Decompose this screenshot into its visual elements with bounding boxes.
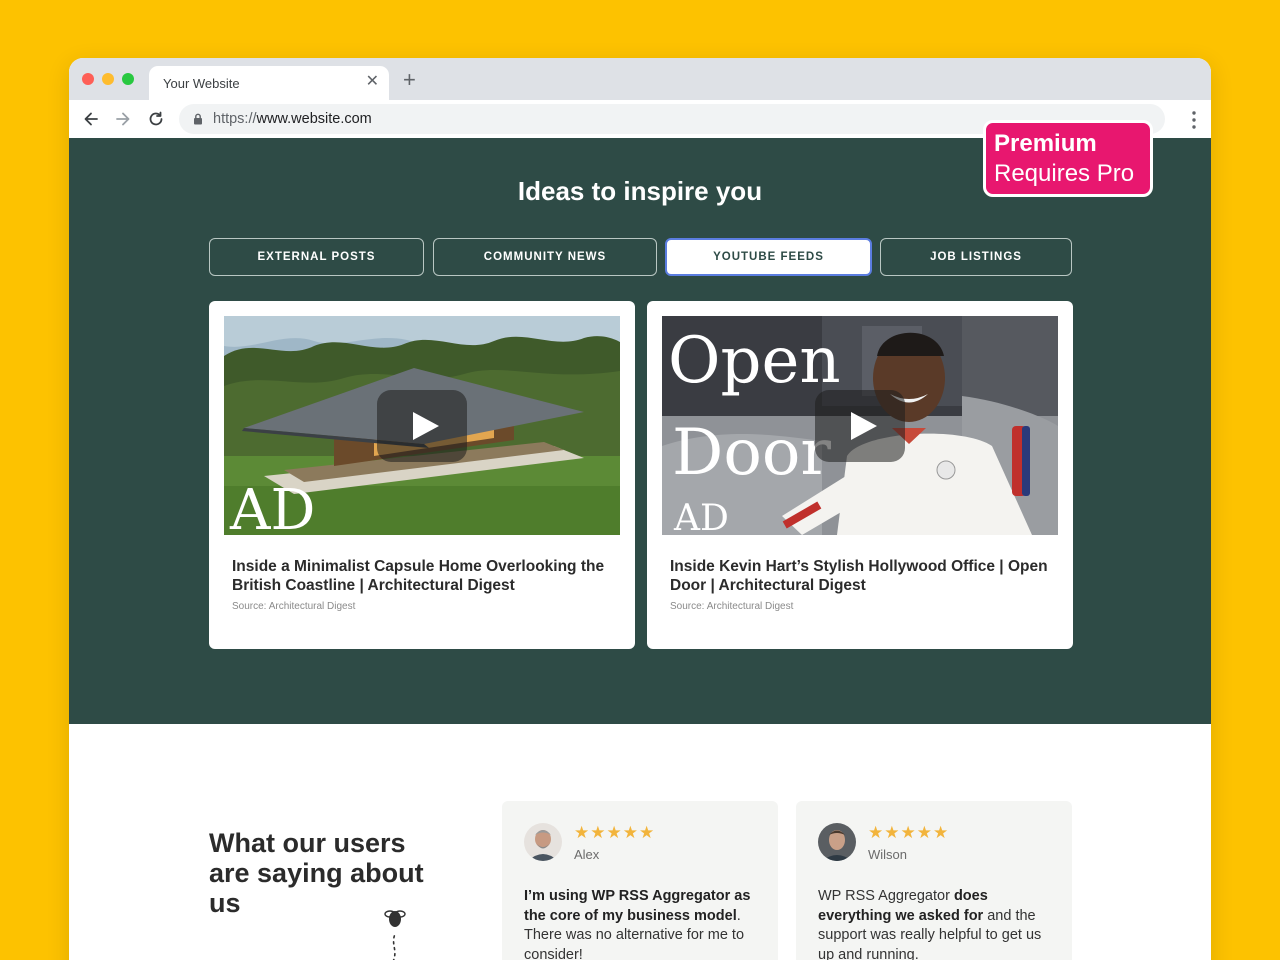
ad-logo: AD: [229, 478, 315, 535]
review-text: WP RSS Aggregator does everything we ask…: [818, 887, 1058, 960]
new-tab-button[interactable]: +: [403, 69, 416, 91]
video-title[interactable]: Inside Kevin Hart’s Stylish Hollywood Of…: [670, 557, 1055, 595]
badge-requires-pro-label: Requires Pro: [994, 160, 1135, 187]
premium-badge: Premium Requires Pro: [983, 120, 1153, 197]
play-button[interactable]: [815, 390, 905, 462]
tab-title: Your Website: [163, 76, 240, 91]
browser-tab[interactable]: Your Website ✕: [149, 66, 389, 100]
bee-icon: [339, 864, 439, 960]
rating-stars: ★★★★★: [574, 823, 656, 842]
badge-premium-label: Premium: [994, 130, 1097, 157]
reload-icon[interactable]: [145, 108, 167, 130]
back-arrow-icon[interactable]: [80, 108, 102, 130]
reviewer-name: Wilson: [868, 847, 908, 862]
video-source: Source: Architectural Digest: [670, 601, 794, 612]
review-text-bold: I’m using WP RSS Aggregator as the core …: [524, 888, 751, 924]
review-card: ★★★★★ Alex I’m using WP RSS Aggregator a…: [502, 801, 778, 960]
avatar: [818, 823, 856, 861]
close-window-button[interactable]: [82, 73, 94, 85]
forward-arrow-icon[interactable]: [112, 108, 134, 130]
video-title[interactable]: Inside a Minimalist Capsule Home Overloo…: [232, 557, 617, 595]
video-card[interactable]: Open Door AD Inside Kevin Hart’s Stylish…: [647, 301, 1073, 649]
video-thumbnail[interactable]: Open Door AD: [662, 316, 1058, 535]
review-text-pre: WP RSS Aggregator: [818, 888, 954, 904]
url-domain: www.website.com: [256, 111, 372, 127]
reviewer-name: Alex: [574, 847, 600, 862]
review-text: I’m using WP RSS Aggregator as the core …: [524, 887, 764, 960]
tab-external-posts[interactable]: EXTERNAL POSTS: [209, 238, 424, 276]
minimize-window-button[interactable]: [102, 73, 114, 85]
thumb-text-open: Open: [668, 324, 841, 398]
browser-menu-icon[interactable]: [1191, 110, 1197, 130]
video-card[interactable]: AD Inside a Minimalist Capsule Home Over…: [209, 301, 635, 649]
tab-community-news[interactable]: COMMUNITY NEWS: [433, 238, 657, 276]
testimonials-section: What our users are saying about us ★★★★★…: [69, 724, 1211, 960]
thumb-text-door: Door: [672, 416, 831, 490]
avatar: [524, 823, 562, 861]
review-card: ★★★★★ Wilson WP RSS Aggregator does ever…: [796, 801, 1072, 960]
lock-icon: [191, 112, 205, 126]
play-button[interactable]: [377, 390, 467, 462]
close-icon[interactable]: ✕: [366, 73, 379, 91]
inspiration-section: Ideas to inspire you EXTERNAL POSTS COMM…: [69, 138, 1211, 724]
ad-logo: AD: [673, 498, 729, 535]
tab-youtube-feeds[interactable]: YOUTUBE FEEDS: [665, 238, 872, 276]
tab-bar: Your Website ✕ +: [69, 58, 1211, 100]
video-source: Source: Architectural Digest: [232, 601, 356, 612]
video-thumbnail[interactable]: AD: [224, 316, 620, 535]
url-text: https://www.website.com: [213, 111, 372, 127]
maximize-window-button[interactable]: [122, 73, 134, 85]
rating-stars: ★★★★★: [868, 823, 950, 842]
tab-job-listings[interactable]: JOB LISTINGS: [880, 238, 1072, 276]
url-scheme: https://: [213, 111, 257, 127]
